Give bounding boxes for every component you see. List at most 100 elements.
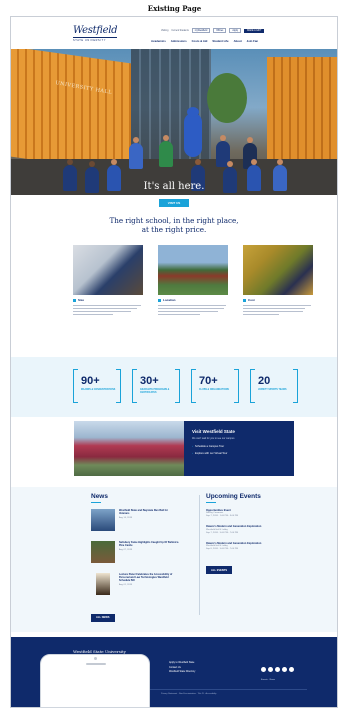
social-links (261, 667, 294, 672)
stat-value: 90+ (81, 375, 100, 387)
phone-camera (94, 657, 97, 660)
events-title-rule (206, 502, 216, 503)
hero-person-head (163, 135, 169, 141)
utility-link-offices[interactable]: Offices (213, 28, 227, 33)
utility-link-apply[interactable]: Apply (229, 28, 242, 33)
event-time: Sep 7, 2018 · 5:00 PM - 7:00 PM (206, 531, 238, 534)
stat-label: VARSITY SPORTS TEAMS (258, 389, 287, 391)
stat-bracket-right (116, 369, 121, 403)
phone-speaker (86, 663, 106, 665)
feature-photo-cost (243, 245, 313, 295)
event-item[interactable]: Owens's Modern and Generation Exploratio… (206, 542, 306, 551)
stat-sports: 20 VARSITY SPORTS TEAMS (250, 369, 298, 403)
stat-majors: 90+ MAJORS & CONCENTRATIONS (73, 369, 121, 403)
news-headline: Salisbury Fame Highlights Caught Up Of B… (119, 541, 179, 548)
stat-value: 20 (258, 375, 271, 387)
hero-person-head (227, 161, 233, 167)
news-text: Westfield State and Baystate Run Ball fo… (119, 509, 179, 533)
feature-label-cost: Cost (243, 298, 313, 302)
stat-bracket-left (250, 369, 255, 403)
event-item[interactable]: Owens's Modern and Generation Exploratio… (206, 525, 306, 534)
main-nav: Academics Admissions Costs & Aid Student… (151, 39, 258, 43)
stat-graduate: 30+ GRADUATE PROGRAMS & CERTIFICATES (132, 369, 180, 403)
youtube-icon[interactable] (282, 667, 287, 672)
footer-links: Apply to Westfield State Contact Us West… (169, 661, 195, 675)
stat-bracket-left (132, 369, 137, 403)
stat-label: MAJORS & CONCENTRATIONS (81, 389, 116, 391)
nav-item-join-fan[interactable]: Join Fan (247, 39, 259, 43)
hero-person-head (251, 159, 257, 165)
logo-subtitle: STATE UNIVERSITY (73, 37, 118, 42)
visit-option-virtual[interactable]: › Explore with our Virtual Tour (192, 451, 286, 455)
news-item[interactable]: Lecture Panel Celebrates the Accessibili… (91, 573, 191, 597)
all-news-button[interactable]: ALL NEWS (91, 613, 115, 622)
hero-person-head (89, 161, 95, 167)
news-section: News Westfield State and Baystate Run Ba… (91, 493, 191, 623)
stat-bracket-left (73, 369, 78, 403)
nav-item-costs-aid[interactable]: Costs & Aid (192, 39, 208, 43)
utility-link-visiting[interactable]: Visiting (161, 30, 168, 32)
visit-option-label: Schedule a Campus Tour (195, 444, 225, 448)
site-logo[interactable]: Westfield STATE UNIVERSITY (73, 25, 118, 42)
news-thumbnail (91, 541, 115, 563)
page-caption: Existing Page (147, 4, 202, 13)
feature-card-cost[interactable]: Cost (243, 245, 313, 317)
intro-title-line-1: The right school, in the right place, (109, 216, 239, 225)
feature-photo-location (158, 245, 228, 295)
hero-person-head (220, 135, 226, 141)
feature-card-size[interactable]: Size (73, 245, 143, 317)
hero-person-head (195, 159, 201, 165)
stat-bracket-right (234, 369, 239, 403)
visit-campus-photo (74, 421, 184, 476)
feature-text-location (158, 305, 228, 316)
feature-label-size: Size (73, 298, 143, 302)
hero-building-left (11, 49, 131, 174)
visit-option-tour[interactable]: › Schedule a Campus Tour (192, 444, 286, 448)
utility-link-mywestfield[interactable]: myWestfield (191, 28, 211, 33)
news-text: Lecture Panel Celebrates the Accessibili… (119, 573, 179, 597)
hero-person-head (247, 137, 253, 143)
footer-link[interactable]: Westfield State Directory (169, 670, 195, 675)
footer-link[interactable]: Apply to Westfield State (169, 661, 195, 666)
events-title: Upcoming Events (206, 493, 261, 500)
hero-person-head (67, 159, 73, 165)
intro-title-line-2: at the right price. (141, 225, 207, 234)
all-events-button[interactable]: ALL EVENTS (206, 566, 233, 575)
event-item[interactable]: Opportunities Event Stirling Commons Sep… (206, 509, 306, 518)
utility-link-current-students[interactable]: Current Students (171, 30, 188, 32)
chevron-right-icon: › (192, 451, 193, 455)
nav-item-academics[interactable]: Academics (151, 39, 166, 43)
hero-image: UNIVERSITY HALL It's all here. (11, 49, 337, 195)
facebook-icon[interactable] (261, 667, 266, 672)
footer-small-links[interactable]: Events · News (261, 679, 275, 681)
stat-clubs: 70+ CLUBS & ORGANIZATIONS (191, 369, 239, 403)
hero-person (159, 141, 173, 167)
make-a-gift-button[interactable]: MAKE A GIFT (244, 28, 265, 33)
nav-item-admissions[interactable]: Admissions (171, 39, 187, 43)
news-thumbnail (96, 573, 110, 595)
news-thumbnail (91, 509, 115, 531)
news-date: Aug 14, 2018 (119, 516, 133, 519)
news-title: News (91, 493, 108, 500)
twitter-icon[interactable] (268, 667, 273, 672)
stat-value: 30+ (140, 375, 159, 387)
news-item[interactable]: Westfield State and Baystate Run Ball fo… (91, 509, 191, 533)
mobile-phone-mockup (40, 654, 150, 708)
linkedin-icon[interactable] (289, 667, 294, 672)
hero-title: It's all here. (143, 181, 205, 192)
hero-person (129, 143, 143, 169)
footer-legal-links[interactable]: Privacy Statement · Non-Discrimination ·… (161, 693, 216, 695)
event-time: Sep 8, 2018 · 5:00 PM - 7:00 PM (206, 547, 238, 550)
visit-option-label: Explore with our Virtual Tour (195, 451, 228, 455)
instagram-icon[interactable] (275, 667, 280, 672)
nav-item-about[interactable]: About (234, 39, 242, 43)
intro-title: The right school, in the right place, at… (11, 216, 337, 234)
stat-value: 70+ (199, 375, 218, 387)
feature-label-text: Cost (248, 298, 255, 302)
nav-item-student-life[interactable]: Student Life (212, 39, 228, 43)
feature-photo-size (73, 245, 143, 295)
visit-us-button[interactable]: VISIT US (159, 199, 189, 207)
news-item[interactable]: Salisbury Fame Highlights Caught Up Of B… (91, 541, 191, 565)
feature-card-location[interactable]: Location (158, 245, 228, 317)
stat-label: GRADUATE PROGRAMS & CERTIFICATES (140, 389, 170, 394)
